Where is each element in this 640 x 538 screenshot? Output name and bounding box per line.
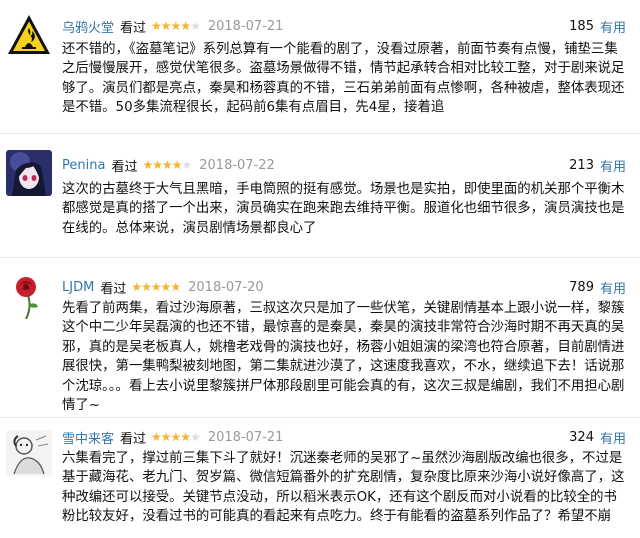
useful-button[interactable]: 有用	[600, 278, 626, 297]
review-date: 2018-07-21	[207, 429, 284, 445]
rating-fill: ★★★★★	[151, 430, 191, 444]
watch-status: 看过	[120, 20, 147, 36]
warning-flame-icon	[6, 12, 52, 58]
rating-fill: ★★★★★	[142, 158, 182, 172]
vote-count: 185	[569, 18, 594, 34]
useful-button[interactable]: 有用	[600, 156, 626, 175]
rating-fill: ★★★★★	[131, 280, 181, 294]
review-text: 先看了前两集，看过沙海原著，三叔这次只是加了一些伏笔，关键剧情基本上跟小说一样，…	[62, 301, 625, 414]
vote-area: 789 有用	[569, 277, 626, 297]
rose-icon	[6, 273, 52, 319]
rating-stars: ★★★★★★★★★★	[151, 19, 201, 33]
avatar[interactable]	[6, 12, 52, 58]
review-meta: LJDM 看过 ★★★★★ ★★★★★ 2018-07-20	[62, 277, 264, 297]
vote-count: 213	[569, 157, 594, 173]
useful-button[interactable]: 有用	[600, 428, 626, 447]
vote-area: 213 有用	[569, 155, 626, 175]
watch-status: 看过	[100, 281, 127, 297]
vote-area: 324 有用	[569, 427, 626, 447]
avatar[interactable]	[6, 150, 52, 196]
useful-button[interactable]: 有用	[600, 17, 626, 36]
divider	[0, 257, 640, 258]
vote-count: 789	[569, 279, 594, 295]
review-date: 2018-07-21	[207, 18, 284, 34]
anime-character-icon	[6, 150, 52, 196]
vote-area: 185 有用	[569, 16, 626, 36]
username-link[interactable]: 雪中来客	[62, 428, 114, 447]
ink-sketch-icon	[6, 430, 52, 476]
vote-count: 324	[569, 429, 594, 445]
rating-stars: ★★★★★★★★★★	[131, 280, 181, 294]
rating-stars: ★★★★★★★★★★	[142, 158, 192, 172]
review-text: 这次的古墓终于大气且黑暗，手电筒照的挺有感觉。场景也是实拍，即使里面的机关那个平…	[62, 182, 625, 236]
review-date: 2018-07-22	[199, 157, 275, 173]
review-date: 2018-07-20	[188, 279, 264, 295]
username-link[interactable]: LJDM	[62, 280, 94, 295]
review-meta: Penina 看过 ★★★★★★★★★★ 2018-07-22	[62, 155, 275, 175]
watch-status: 看过	[111, 159, 138, 175]
review-meta: 雪中来客 看过 ★★★★★★★★★★ 2018-07-21	[62, 427, 283, 447]
avatar[interactable]	[6, 273, 52, 319]
review-text: 六集看完了，撑过前三集下斗了就好！沉迷秦老师的吴邪了~虽然沙海剧版改编也很多，不…	[62, 451, 625, 525]
username-link[interactable]: 乌鸦火堂	[62, 17, 114, 36]
rating-stars: ★★★★★★★★★★	[151, 430, 201, 444]
review-text: 还不错的，《盗墓笔记》系列总算有一个能看的剧了，没看过原著，前面节奏有点慢，铺垫…	[62, 42, 625, 116]
username-link[interactable]: Penina	[62, 158, 105, 173]
divider	[0, 133, 640, 134]
watch-status: 看过	[120, 431, 147, 447]
rating-fill: ★★★★★	[151, 19, 191, 33]
avatar[interactable]	[6, 430, 52, 476]
divider	[0, 417, 640, 418]
review-meta: 乌鸦火堂 看过 ★★★★★★★★★★ 2018-07-21	[62, 16, 283, 36]
